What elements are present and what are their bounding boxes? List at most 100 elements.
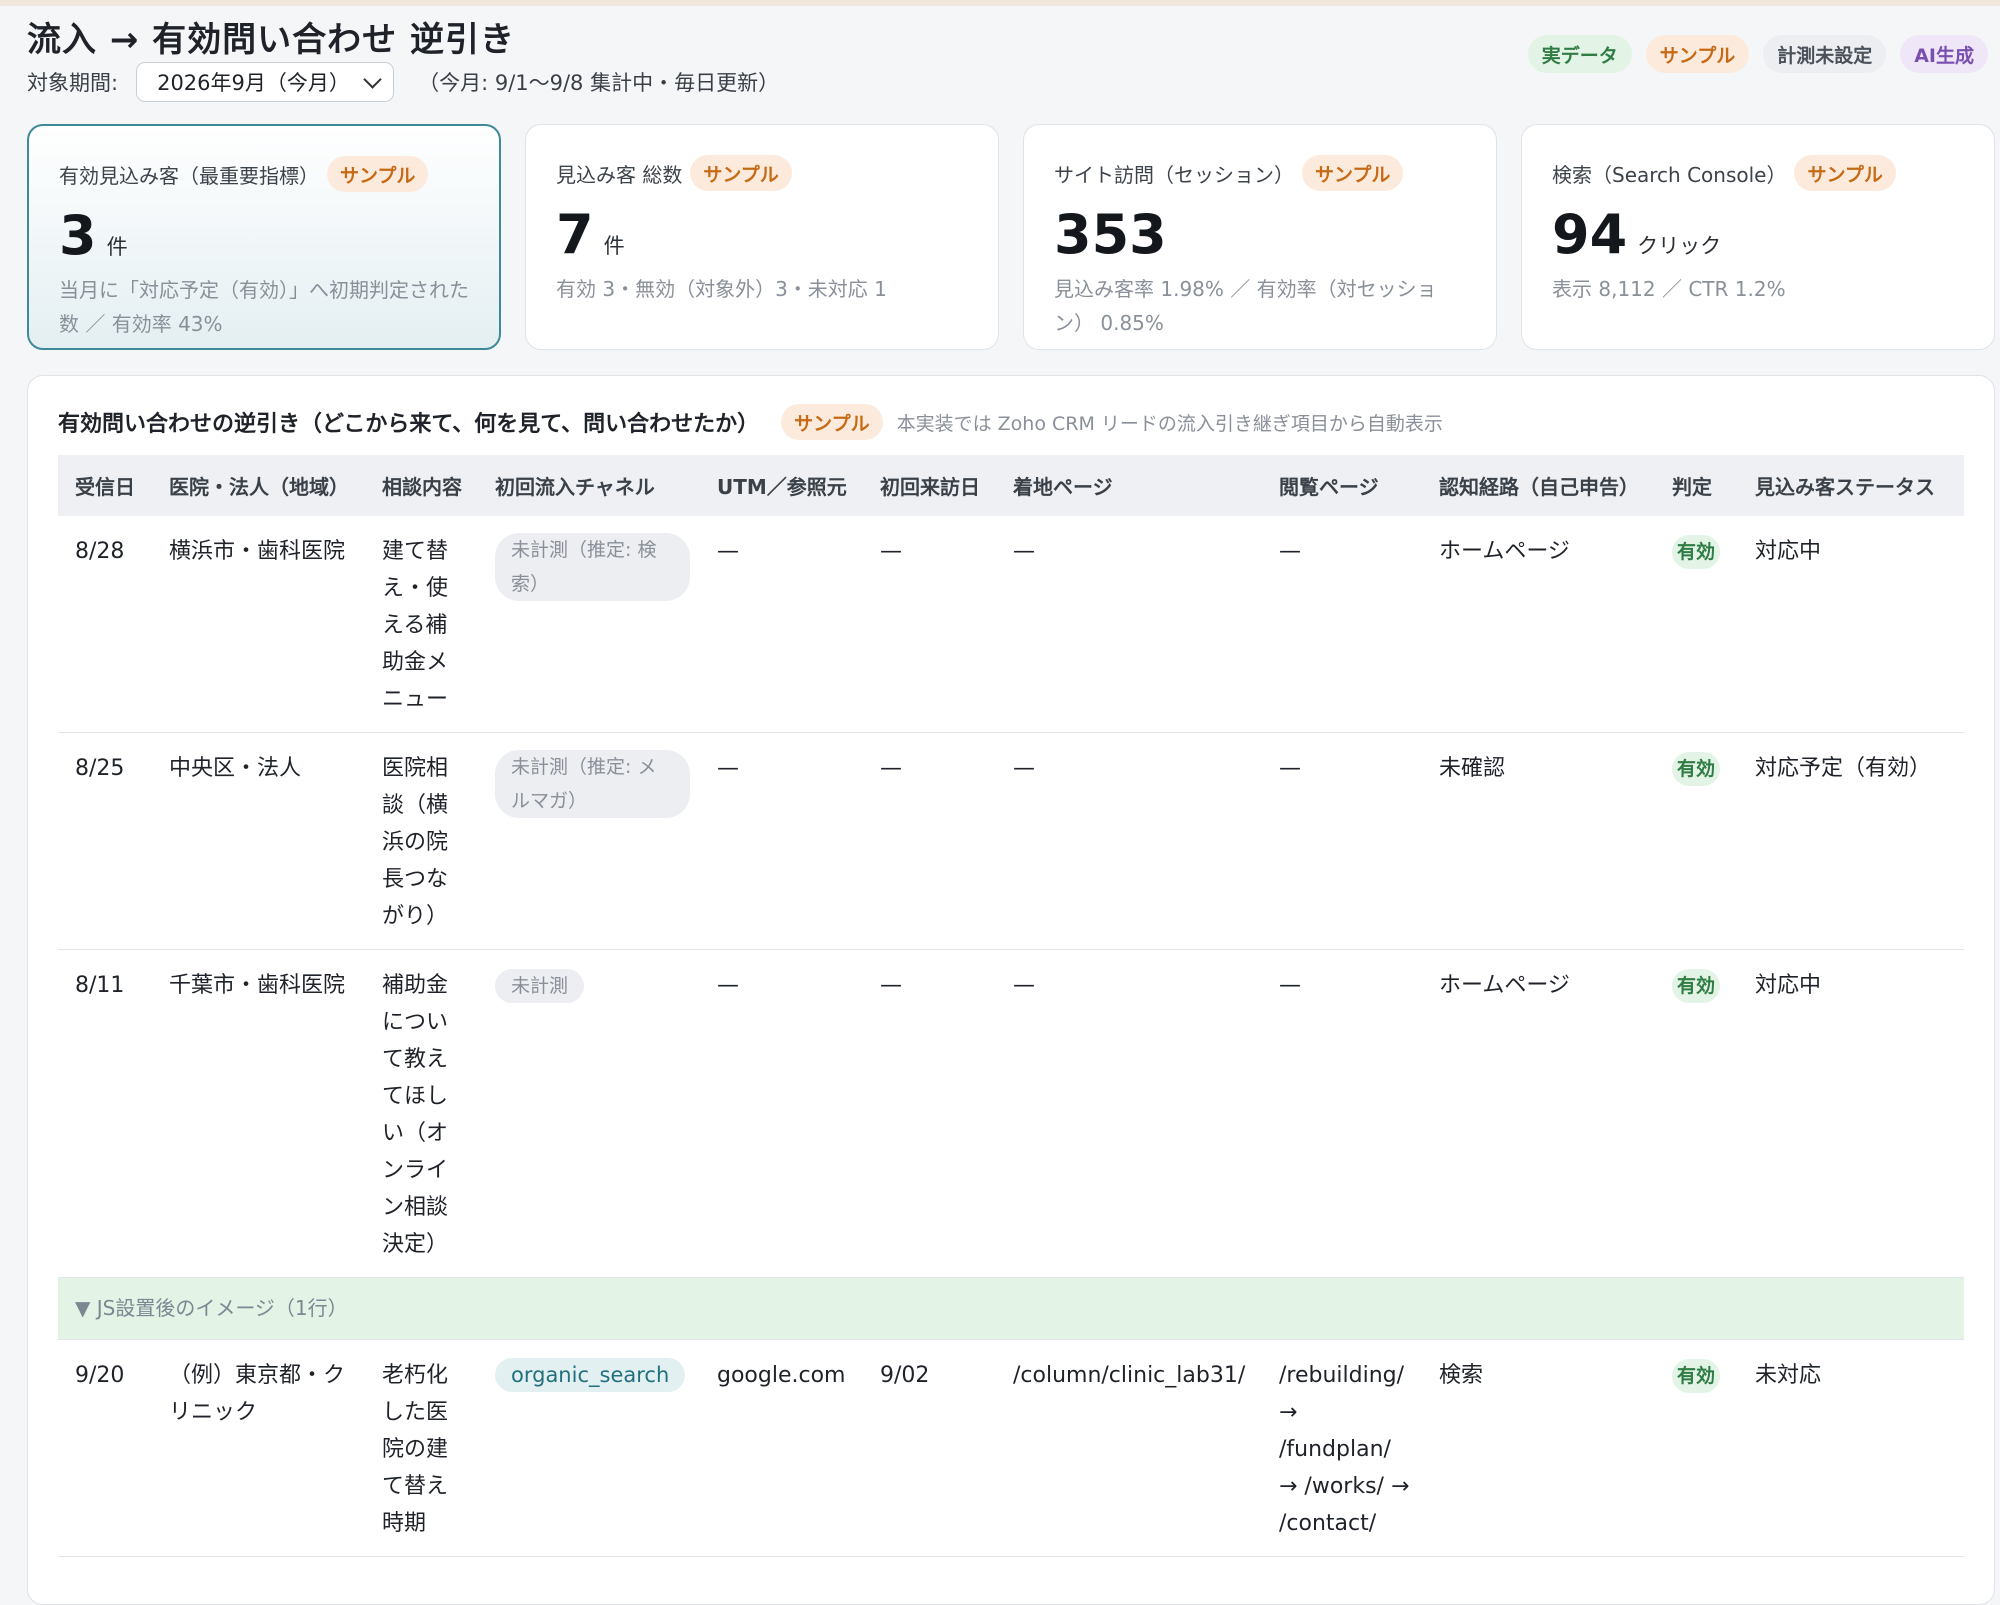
kpi-label: サイト訪問（セッション） — [1054, 162, 1294, 187]
cell-verdict: 有効 — [1655, 732, 1738, 950]
cell-date: 9/20 — [58, 1339, 152, 1557]
kpi-card-total-leads: 見込み客 総数 サンプル 7 件 有効 3・無効（対象外）3・未対応 1 — [525, 124, 999, 350]
sample-badge: サンプル — [1794, 155, 1896, 191]
page-title: 流入 → 有効問い合わせ 逆引き — [27, 20, 515, 60]
kpi-card-search-console: 検索（Search Console） サンプル 94 クリック 表示 8,112… — [1521, 124, 1995, 350]
cell-viewed: /rebuilding/ → /fundplan/ → /works/ → /c… — [1262, 1339, 1422, 1557]
data-source-legend: 実データ サンプル 計測未設定 AI生成 — [1527, 35, 1988, 73]
cell-date: 8/11 — [58, 949, 152, 1278]
column-header[interactable]: 閲覧ページ — [1262, 455, 1422, 516]
cell-date: 8/28 — [58, 516, 152, 733]
channel-chip: 未計測（推定: メルマガ） — [495, 750, 690, 818]
reverse-lookup-panel: 有効問い合わせの逆引き（どこから来て、何を見て、問い合わせたか） サンプル 本実… — [27, 375, 1995, 1605]
column-header[interactable]: 着地ページ — [996, 455, 1262, 516]
cell-utm: — — [700, 516, 863, 733]
column-header[interactable]: 初回来訪日 — [863, 455, 996, 516]
column-header[interactable]: 判定 — [1655, 455, 1738, 516]
panel-note: 本実装では Zoho CRM リードの流入引き継ぎ項目から自動表示 — [896, 412, 1443, 435]
channel-chip: 未計測（推定: 検索） — [495, 533, 690, 601]
cell-topic: 老朽化した医院の建て替え時期 — [365, 1339, 478, 1557]
channel-chip: organic_search — [495, 1358, 686, 1392]
js-preview-separator-row[interactable]: ▼ JS設置後のイメージ（1行） — [58, 1277, 1964, 1340]
kpi-label: 見込み客 総数 — [556, 162, 683, 187]
kpi-label: 有効見込み客（最重要指標） — [59, 163, 319, 188]
panel-header: 有効問い合わせの逆引き（どこから来て、何を見て、問い合わせたか） サンプル 本実… — [58, 404, 1443, 440]
cell-first-visit: — — [863, 516, 996, 733]
kpi-subtext: 当月に「対応予定（有効）」へ初期判定された数 ／ 有効率 43% — [59, 278, 469, 336]
cell-status: 対応予定（有効） — [1738, 732, 1964, 950]
period-filter: 対象期間: 2026年9月（今月） （今月: 9/1〜9/8 集計中・毎日更新） — [27, 62, 779, 102]
cell-org: 千葉市・歯科医院 — [152, 949, 365, 1278]
kpi-subtext: 有効 3・無効（対象外）3・未対応 1 — [556, 277, 887, 301]
cell-org: 中央区・法人 — [152, 732, 365, 950]
cell-viewed: — — [1262, 732, 1422, 950]
cell-first-visit: 9/02 — [863, 1339, 996, 1557]
table-header-row: 受信日 医院・法人（地域） 相談内容 初回流入チャネル UTM／参照元 初回来訪… — [58, 455, 1964, 516]
cell-channel: organic_search — [478, 1339, 700, 1557]
cell-awareness: 未確認 — [1422, 732, 1655, 950]
cell-org: 横浜市・歯科医院 — [152, 516, 365, 733]
cell-utm: — — [700, 732, 863, 950]
cell-first-visit: — — [863, 732, 996, 950]
sample-badge: サンプル — [327, 156, 429, 192]
column-header[interactable]: 相談内容 — [365, 455, 478, 516]
kpi-card-qualified-leads: 有効見込み客（最重要指標） サンプル 3 件 当月に「対応予定（有効）」へ初期判… — [27, 124, 501, 350]
kpi-subtext: 表示 8,112 ／ CTR 1.2% — [1552, 277, 1786, 301]
verdict-badge: 有効 — [1672, 752, 1720, 786]
cell-org: （例）東京都・クリニック — [152, 1339, 365, 1557]
kpi-unit: クリック — [1637, 234, 1722, 258]
table-row[interactable]: 8/28 横浜市・歯科医院 建て替え・使える補助金メニュー 未計測（推定: 検索… — [58, 516, 1964, 733]
kpi-value: 7 — [556, 203, 594, 266]
period-select-value: 2026年9月（今月） — [157, 71, 350, 95]
kpi-unit: 件 — [603, 234, 625, 258]
period-label: 対象期間: — [27, 71, 119, 95]
cell-channel: 未計測（推定: 検索） — [478, 516, 700, 733]
chevron-down-icon — [363, 69, 382, 89]
cell-verdict: 有効 — [1655, 949, 1738, 1278]
kpi-cards: 有効見込み客（最重要指標） サンプル 3 件 当月に「対応予定（有効）」へ初期判… — [27, 124, 1995, 350]
kpi-label: 検索（Search Console） — [1552, 162, 1787, 187]
table-row-example[interactable]: 9/20 （例）東京都・クリニック 老朽化した医院の建て替え時期 organic… — [58, 1339, 1964, 1557]
sample-badge: サンプル — [781, 404, 883, 440]
cell-channel: 未計測（推定: メルマガ） — [478, 732, 700, 950]
cell-topic: 補助金について教えてほしい（オンライン相談決定） — [365, 949, 478, 1278]
inquiry-table: 受信日 医院・法人（地域） 相談内容 初回流入チャネル UTM／参照元 初回来訪… — [58, 455, 1964, 1557]
top-accent-bar — [0, 0, 2000, 6]
legend-real-data: 実データ — [1527, 35, 1632, 73]
cell-viewed: — — [1262, 516, 1422, 733]
column-header[interactable]: UTM／参照元 — [700, 455, 863, 516]
cell-viewed: — — [1262, 949, 1422, 1278]
cell-awareness: ホームページ — [1422, 949, 1655, 1278]
cell-utm: google.com — [700, 1339, 863, 1557]
kpi-card-sessions: サイト訪問（セッション） サンプル 353 見込み客率 1.98% ／ 有効率（… — [1023, 124, 1497, 350]
cell-status: 対応中 — [1738, 949, 1964, 1278]
cell-landing: — — [996, 949, 1262, 1278]
legend-sample: サンプル — [1645, 35, 1750, 73]
table-row[interactable]: 8/25 中央区・法人 医院相談（横浜の院長つながり） 未計測（推定: メルマガ… — [58, 732, 1964, 950]
cell-landing: /column/clinic_lab31/ — [996, 1339, 1262, 1557]
cell-verdict: 有効 — [1655, 1339, 1738, 1557]
cell-landing: — — [996, 516, 1262, 733]
table-row[interactable]: 8/11 千葉市・歯科医院 補助金について教えてほしい（オンライン相談決定） 未… — [58, 949, 1964, 1278]
js-preview-toggle[interactable]: ▼ JS設置後のイメージ（1行） — [58, 1277, 1964, 1340]
cell-topic: 建て替え・使える補助金メニュー — [365, 516, 478, 733]
column-header[interactable]: 医院・法人（地域） — [152, 455, 365, 516]
sample-badge: サンプル — [1302, 155, 1404, 191]
cell-channel: 未計測 — [478, 949, 700, 1278]
cell-verdict: 有効 — [1655, 516, 1738, 733]
kpi-subtext: 見込み客率 1.98% ／ 有効率（対セッション） 0.85% — [1054, 277, 1437, 335]
verdict-badge: 有効 — [1672, 535, 1720, 569]
channel-chip: 未計測 — [495, 969, 585, 1003]
period-select[interactable]: 2026年9月（今月） — [136, 62, 395, 102]
cell-awareness: ホームページ — [1422, 516, 1655, 733]
cell-first-visit: — — [863, 949, 996, 1278]
kpi-value: 3 — [59, 204, 97, 267]
column-header[interactable]: 受信日 — [58, 455, 152, 516]
column-header[interactable]: 初回流入チャネル — [478, 455, 700, 516]
kpi-value: 353 — [1054, 203, 1167, 266]
legend-unmeasured: 計測未設定 — [1763, 35, 1887, 73]
column-header[interactable]: 見込み客ステータス — [1738, 455, 1964, 516]
cell-awareness: 検索 — [1422, 1339, 1655, 1557]
column-header[interactable]: 認知経路（自己申告） — [1422, 455, 1655, 516]
cell-topic: 医院相談（横浜の院長つながり） — [365, 732, 478, 950]
